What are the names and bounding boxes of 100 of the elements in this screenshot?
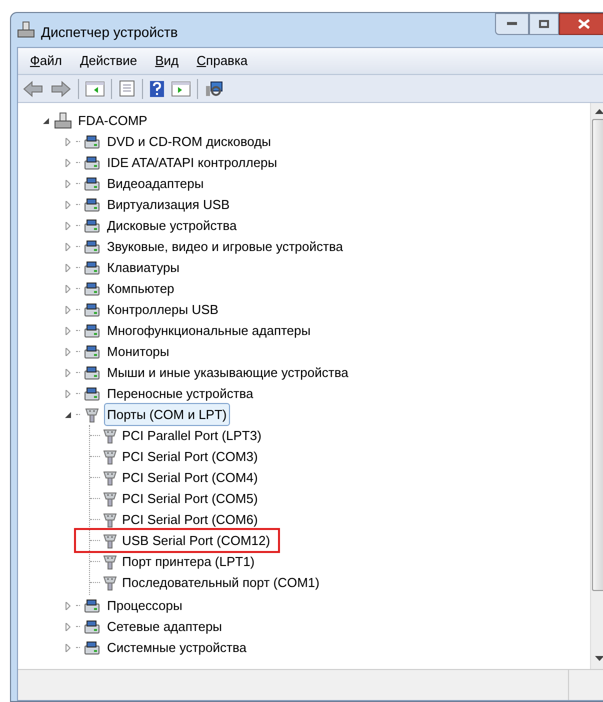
device-icon [84, 386, 100, 402]
tree-item[interactable]: FDA-COMP [76, 110, 150, 130]
expand-triangle-icon[interactable] [64, 200, 72, 208]
menu-item[interactable]: Действие [80, 51, 138, 71]
close-icon [578, 19, 590, 29]
tree-row[interactable]: PCI Serial Port (COM4) [90, 467, 260, 488]
port-connector-icon [102, 512, 118, 528]
expand-triangle-icon[interactable] [64, 348, 72, 356]
tree-item[interactable]: PCI Serial Port (COM3) [120, 446, 260, 466]
expand-triangle-icon[interactable] [64, 222, 72, 230]
maximize-button[interactable] [529, 13, 559, 35]
device-icon [84, 134, 100, 150]
tree-row[interactable]: PCI Serial Port (COM5) [90, 488, 260, 509]
port-connector-icon [102, 448, 118, 464]
tree-item[interactable]: Контроллеры USB [104, 298, 222, 322]
port-connector-icon [102, 574, 118, 590]
window-title: Диспетчер устройств [41, 23, 178, 42]
tree-item[interactable]: Сетевые адаптеры [104, 614, 226, 638]
expand-triangle-icon[interactable] [64, 326, 72, 334]
computer-icon [54, 112, 72, 130]
properties-icon[interactable] [118, 80, 136, 98]
port-connector-icon [102, 490, 118, 506]
expand-triangle-icon[interactable] [64, 602, 72, 610]
scroll-thumb[interactable] [592, 119, 603, 591]
tree-item[interactable]: Системные устройства [104, 636, 250, 660]
tree-item[interactable]: Мониторы [104, 340, 172, 364]
menu-item[interactable]: Вид [155, 51, 179, 71]
collapse-triangle-icon[interactable] [42, 116, 50, 124]
port-connector-icon [102, 428, 118, 444]
device-icon [84, 322, 100, 338]
tree-item[interactable]: Переносные устройства [104, 382, 256, 406]
forward-arrow-icon[interactable] [50, 80, 72, 98]
tree-row[interactable]: Порт принтера (LPT1) [90, 551, 257, 572]
device-icon [84, 364, 100, 380]
close-button[interactable] [559, 13, 603, 35]
tree-item[interactable]: Процессоры [104, 594, 186, 618]
tree-item[interactable]: USB Serial Port (COM12) [120, 530, 272, 550]
scroll-up-icon[interactable] [595, 109, 603, 114]
tree-item[interactable]: PCI Serial Port (COM5) [120, 488, 260, 508]
device-icon [84, 218, 100, 234]
device-icon [84, 154, 100, 170]
device-icon [84, 302, 100, 318]
scroll-down-icon[interactable] [595, 656, 603, 661]
tree-item[interactable]: PCI Parallel Port (LPT3) [120, 426, 264, 446]
scrollbar[interactable] [590, 103, 603, 669]
minimize-button[interactable] [495, 13, 529, 35]
tree-item[interactable]: Мыши и иные указывающие устройства [104, 360, 352, 384]
expand-triangle-icon[interactable] [64, 180, 72, 188]
tree-item[interactable]: Дисковые устройства [104, 214, 240, 238]
menu-item[interactable]: Файл [30, 51, 62, 71]
device-icon [84, 196, 100, 212]
maximize-icon [539, 20, 549, 28]
tree-item[interactable]: DVD и CD-ROM дисководы [104, 130, 274, 154]
tree-item[interactable]: IDE ATA/ATAPI контроллеры [104, 150, 280, 174]
tree-item[interactable]: Порт принтера (LPT1) [120, 552, 257, 572]
scan-hardware-icon[interactable] [204, 80, 224, 98]
tree-row[interactable]: PCI Parallel Port (LPT3) [90, 425, 264, 446]
port-connector-icon [102, 554, 118, 570]
back-arrow-icon[interactable] [22, 80, 44, 98]
expand-triangle-icon[interactable] [64, 368, 72, 376]
port-connector-icon [102, 532, 118, 548]
minimize-icon [507, 22, 517, 26]
tree-row[interactable]: USB Serial Port (COM12) [76, 530, 278, 551]
tree-item[interactable]: PCI Serial Port (COM6) [120, 510, 260, 530]
device-icon [84, 598, 100, 614]
device-icon [84, 238, 100, 254]
tree-item[interactable]: Порты (COM и LPT) [104, 402, 230, 426]
expand-triangle-icon[interactable] [64, 622, 72, 630]
help-icon[interactable] [149, 80, 165, 98]
collapse-triangle-icon[interactable] [64, 410, 72, 418]
device-icon [84, 344, 100, 360]
tree-item[interactable]: PCI Serial Port (COM4) [120, 468, 260, 488]
tree-item[interactable]: Клавиатуры [104, 256, 183, 280]
port-connector-icon [84, 406, 100, 422]
tree-item[interactable]: Звуковые, видео и игровые устройства [104, 234, 346, 258]
expand-triangle-icon[interactable] [64, 264, 72, 272]
expand-triangle-icon[interactable] [64, 242, 72, 250]
console-tree-icon[interactable] [85, 80, 105, 98]
expand-triangle-icon[interactable] [64, 306, 72, 314]
device-icon [84, 618, 100, 634]
tree-item[interactable]: Компьютер [104, 276, 178, 300]
tree-row[interactable]: PCI Serial Port (COM3) [90, 446, 260, 467]
tree-row[interactable]: PCI Serial Port (COM6) [90, 509, 260, 530]
tree-item[interactable]: Многофункциональные адаптеры [104, 318, 314, 342]
tree-row[interactable]: Последовательный порт (COM1) [90, 572, 322, 593]
tree-item[interactable]: Видеоадаптеры [104, 172, 207, 196]
expand-triangle-icon[interactable] [64, 138, 72, 146]
device-icon [84, 260, 100, 276]
tree-item[interactable]: Виртуализация USB [104, 192, 233, 216]
expand-triangle-icon[interactable] [64, 390, 72, 398]
expand-triangle-icon[interactable] [64, 158, 72, 166]
menu-item[interactable]: Справка [196, 51, 248, 71]
device-icon [84, 640, 100, 656]
computer-icon [17, 21, 35, 39]
port-connector-icon [102, 470, 118, 486]
expand-triangle-icon[interactable] [64, 644, 72, 652]
tree-item[interactable]: Последовательный порт (COM1) [120, 572, 322, 592]
expand-triangle-icon[interactable] [64, 284, 72, 292]
action-pane-icon[interactable] [171, 80, 191, 98]
device-icon [84, 280, 100, 296]
